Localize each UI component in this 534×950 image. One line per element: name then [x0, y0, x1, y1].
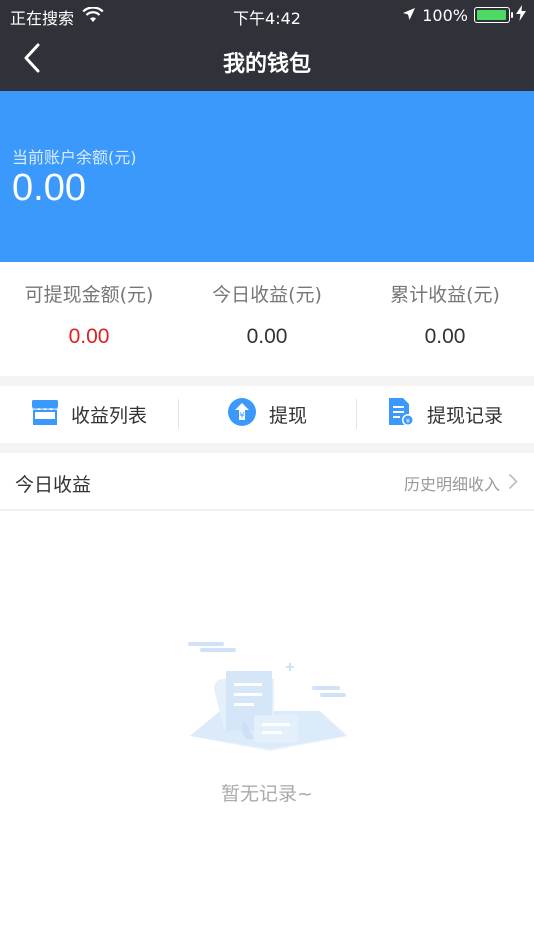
- earnings-list-button[interactable]: 收益列表: [0, 386, 178, 443]
- balance-amount: 0.00: [12, 167, 86, 209]
- balance-banner: 当前账户余额(元) 0.00: [0, 91, 534, 262]
- stat-total: 累计收益(元) 0.00: [356, 262, 534, 376]
- empty-state: 暂无记录~: [0, 511, 534, 950]
- stat-label: 累计收益(元): [390, 284, 500, 306]
- battery-percent: 100%: [422, 5, 468, 25]
- top-bar: 正在搜索 下午4:42 100% 我的钱包: [0, 0, 534, 91]
- svg-text:¥: ¥: [406, 417, 410, 425]
- stats-row: 可提现金额(元) 0.00 今日收益(元) 0.00 累计收益(元) 0.00: [0, 262, 534, 376]
- stat-value: 0.00: [68, 325, 110, 348]
- balance-label: 当前账户余额(元): [12, 148, 137, 167]
- record-icon: ¥: [387, 397, 415, 432]
- empty-scroll-illustration: [170, 571, 360, 755]
- charging-icon: [516, 5, 526, 25]
- withdraw-record-button[interactable]: ¥ 提现记录: [356, 386, 534, 443]
- today-earnings-header: 今日收益 历史明细收入: [0, 453, 534, 510]
- withdraw-button[interactable]: ¥ 提现: [178, 386, 356, 443]
- history-link[interactable]: 历史明细收入: [404, 471, 500, 495]
- svg-text:¥: ¥: [239, 411, 244, 420]
- action-label: 提现: [268, 405, 307, 427]
- section-title: 今日收益: [15, 474, 92, 496]
- nav-bar: 我的钱包: [0, 30, 534, 91]
- stat-label: 今日收益(元): [212, 284, 322, 306]
- battery-icon: [474, 7, 513, 23]
- status-bar: 正在搜索 下午4:42 100%: [0, 0, 534, 30]
- withdraw-icon: ¥: [227, 397, 257, 432]
- chevron-right-icon[interactable]: [508, 473, 518, 494]
- stat-value: 0.00: [246, 325, 288, 348]
- location-icon: [402, 6, 416, 25]
- action-label: 提现记录: [426, 405, 503, 427]
- stat-value: 0.00: [424, 325, 466, 348]
- stat-withdrawable: 可提现金额(元) 0.00: [0, 262, 178, 376]
- stat-today: 今日收益(元) 0.00: [178, 262, 356, 376]
- page-title: 我的钱包: [222, 52, 311, 77]
- action-row: 收益列表 ¥ 提现 ¥ 提现记录: [0, 386, 534, 443]
- action-label: 收益列表: [70, 405, 147, 427]
- store-icon: [31, 399, 59, 430]
- empty-text: 暂无记录~: [221, 783, 313, 805]
- stat-label: 可提现金额(元): [24, 284, 154, 306]
